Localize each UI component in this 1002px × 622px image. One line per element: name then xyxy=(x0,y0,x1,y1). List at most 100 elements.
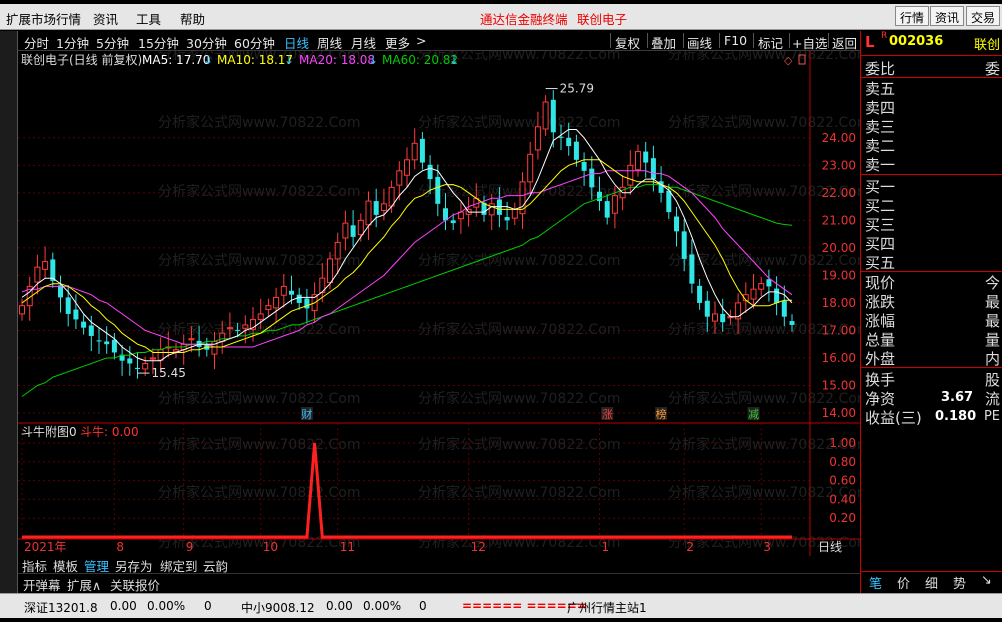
candle-body-up xyxy=(527,153,534,183)
candle-body-up xyxy=(627,164,634,186)
watermark-text: 分析家公式网www.70822.Com xyxy=(158,484,360,501)
candle-body-down xyxy=(350,225,356,237)
chevron-right-icon[interactable]: > xyxy=(416,33,426,48)
candle-body-down xyxy=(296,294,302,303)
y-tick-label: 18.00 xyxy=(822,296,856,310)
ma10-down-arrow: ↓ xyxy=(284,53,294,67)
f10-button[interactable]: F10 xyxy=(724,33,747,48)
menu-tools[interactable]: 工具 xyxy=(136,9,161,28)
candle-body-up xyxy=(758,283,765,290)
candle-body-down xyxy=(288,290,295,295)
tf-1min[interactable]: 1分钟 xyxy=(56,33,89,52)
menu-news[interactable]: 资讯 xyxy=(93,9,118,28)
bid2-label: 买二 xyxy=(865,197,896,215)
candle-body-up xyxy=(357,219,364,236)
tf-daily[interactable]: 日线 xyxy=(284,33,309,52)
linked-quote-toggle[interactable]: 关联报价 xyxy=(110,575,160,594)
last-price-label: 现价 xyxy=(865,274,896,292)
candle-body-down xyxy=(96,340,102,342)
nav-value: 3.67 xyxy=(941,390,974,405)
tab-trend[interactable]: 势 xyxy=(953,573,966,592)
diamond-icon[interactable]: ◇ xyxy=(784,54,793,67)
add-watchlist-button[interactable]: +自选 xyxy=(792,33,827,52)
candle-body-down xyxy=(689,254,695,284)
x-tick-label: 11 xyxy=(340,540,355,554)
menu-ext-market[interactable]: 扩展市场行情 xyxy=(6,9,81,28)
bid5-label: 买五 xyxy=(865,254,896,272)
watermark-text: 分析家公式网www.70822.Com xyxy=(418,390,620,407)
tf-more[interactable]: 更多 xyxy=(385,33,410,52)
server-status[interactable]: 广州行情主站1 xyxy=(567,599,647,616)
toolbar-divider xyxy=(683,33,684,48)
ask5-label: 卖五 xyxy=(865,80,896,98)
tf-weekly[interactable]: 周线 xyxy=(317,33,342,52)
tf-monthly[interactable]: 月线 xyxy=(351,33,376,52)
high-label: 最 xyxy=(984,293,1000,311)
kline-chart[interactable]: 分析家公式网www.70822.Com 分析家公式网www.70822.Com 分析… xyxy=(18,51,860,556)
candle-body-down xyxy=(650,158,656,180)
sz-change: 0.00 xyxy=(110,599,137,613)
candle-body-down xyxy=(789,321,795,325)
danmaku-toggle[interactable]: 开弹幕 xyxy=(23,575,61,594)
candle-body-up xyxy=(273,296,280,309)
menu-help[interactable]: 帮助 xyxy=(180,9,205,28)
sz-index: 深证13201.8 xyxy=(24,601,98,615)
candle-body-down xyxy=(111,339,117,353)
candle-body-up xyxy=(226,327,233,330)
high-price-label: 25.79 xyxy=(560,82,594,96)
news-button[interactable]: 资讯 xyxy=(930,6,965,26)
candle-body-down xyxy=(766,279,772,287)
tab-trades[interactable]: 笔 xyxy=(869,573,882,592)
quote-button[interactable]: 行情 xyxy=(895,6,930,26)
x-tick-label: 9 xyxy=(186,540,194,554)
candle-body-up xyxy=(326,258,334,284)
menu-bar: 扩展市场行情 资讯 工具 帮助 通达信金融终端 联创电子 行情 资讯 交易 xyxy=(0,4,1002,30)
tab-details[interactable]: 细 xyxy=(925,573,938,592)
back-button[interactable]: 返回 xyxy=(832,33,857,52)
tf-60min[interactable]: 60分钟 xyxy=(234,33,275,52)
tf-30min[interactable]: 30分钟 xyxy=(186,33,227,52)
candle-body-down xyxy=(573,141,579,160)
y-tick-label: 19.00 xyxy=(822,268,856,282)
tf-15min[interactable]: 15分钟 xyxy=(138,33,179,52)
overlay-button[interactable]: 叠加 xyxy=(651,33,676,52)
change-label: 涨跌 xyxy=(865,293,896,311)
candle-body-down xyxy=(666,190,672,213)
tf-5min[interactable]: 5分钟 xyxy=(96,33,129,52)
candle-body-up xyxy=(380,203,387,211)
candle-body-up xyxy=(611,195,618,214)
candle-body-down xyxy=(88,325,94,336)
candle-body-down xyxy=(504,217,510,221)
candle-body-down xyxy=(73,309,79,320)
candle-body-up xyxy=(18,305,26,315)
chart-title: 联创电子(日线 前复权) xyxy=(21,52,142,67)
draw-button[interactable]: 画线 xyxy=(687,33,712,52)
candle-body-up xyxy=(42,261,49,270)
candle-body-down xyxy=(373,201,379,215)
candle-body-down xyxy=(57,285,64,298)
candle-body-up xyxy=(34,266,41,283)
outer-label: 外盘 xyxy=(865,350,896,368)
candle-body-down xyxy=(643,151,649,163)
sub-y-tick-label: 0.80 xyxy=(829,455,856,469)
candle-body-up xyxy=(411,142,418,161)
candle-body-down xyxy=(127,358,133,364)
ask2-label: 卖二 xyxy=(865,137,896,155)
candle-body-up xyxy=(396,170,403,186)
mark-button[interactable]: 标记 xyxy=(758,33,783,52)
candle-body-up xyxy=(257,313,264,320)
adjust-button[interactable]: 复权 xyxy=(615,33,640,52)
tf-intraday[interactable]: 分时 xyxy=(24,33,49,52)
extend-toggle[interactable]: 扩展∧ xyxy=(67,575,101,594)
y-tick-label: 14.00 xyxy=(822,406,856,420)
watermark-text: 分析家公式网www.70822.Com xyxy=(418,484,620,501)
bid4-label: 买四 xyxy=(865,235,896,253)
watermark-text: 分析家公式网www.70822.Com xyxy=(668,114,860,131)
trade-button[interactable]: 交易 xyxy=(966,6,1001,26)
tab-prices[interactable]: 价 xyxy=(897,573,910,592)
candle-body-up xyxy=(711,313,719,322)
candle-body-down xyxy=(566,137,572,147)
expand-icon[interactable]: ↘ xyxy=(981,573,992,588)
x-tick-label: 12 xyxy=(471,540,486,554)
sub-chart-value: 斗牛: 0.00 xyxy=(80,424,139,439)
